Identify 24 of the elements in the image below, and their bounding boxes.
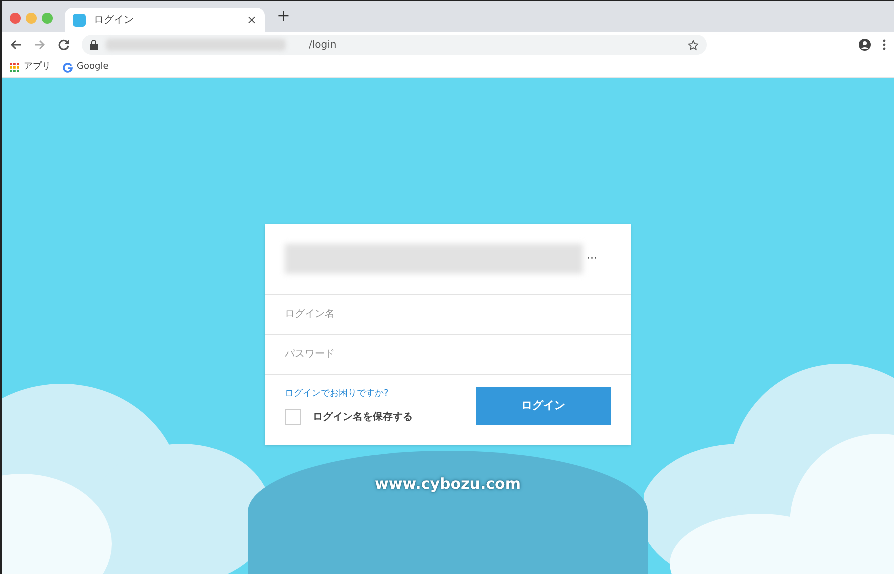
reload-icon[interactable] — [58, 39, 70, 51]
address-bar[interactable]: /login — [82, 35, 707, 55]
browser-tab[interactable]: ログイン × — [65, 8, 265, 32]
lock-icon — [90, 40, 98, 50]
title-ellipsis: ··· — [587, 250, 598, 267]
help-link[interactable]: ログインでお困りですか? — [285, 388, 413, 401]
bookmark-link[interactable]: アプリ — [24, 60, 51, 74]
new-tab-button[interactable]: + — [265, 4, 302, 32]
site-favicon-icon — [73, 14, 86, 26]
apps-grid-icon — [10, 62, 20, 72]
google-g-icon — [63, 62, 73, 72]
menu-icon[interactable] — [883, 39, 886, 51]
input-field[interactable]: ログイン名 — [265, 294, 631, 334]
back-arrow-icon[interactable] — [10, 39, 22, 51]
star-icon[interactable] — [688, 40, 699, 50]
input-field[interactable]: パスワード — [265, 334, 631, 374]
remember-checkbox[interactable] — [285, 409, 301, 425]
tab-close[interactable]: × — [246, 11, 257, 29]
bookmark-link[interactable]: Google — [77, 60, 109, 74]
footer-url: www.cybozu.com — [375, 474, 521, 495]
remember-label: ログイン名を保存する — [313, 410, 413, 424]
url-path: /login — [309, 38, 337, 52]
profile-icon[interactable] — [859, 39, 871, 51]
tab-title: ログイン — [94, 14, 135, 28]
